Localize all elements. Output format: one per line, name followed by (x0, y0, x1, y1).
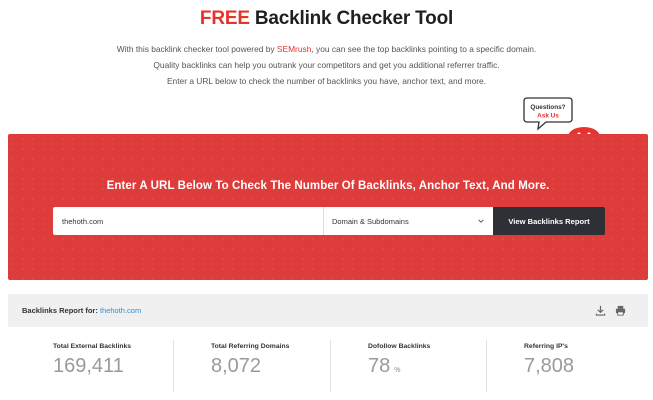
intro-line-3: Enter a URL below to check the number of… (166, 76, 487, 86)
hero-heading: Enter A URL Below To Check The Number Of… (106, 180, 550, 192)
stat-value: 7,808 (524, 355, 578, 378)
scope-select-value: Domain & Subdomains (332, 216, 409, 226)
scope-select[interactable]: Domain & Subdomains (323, 207, 493, 235)
intro-line-1: With this backlink checker tool powered … (0, 41, 653, 57)
page-title: FREE Backlink Checker Tool (0, 8, 653, 30)
stat-number: 8,072 (211, 355, 262, 377)
report-header-bar: Backlinks Report for: thehoth.com (8, 294, 648, 327)
intro-line-2: Quality backlinks can help you outrank y… (153, 60, 500, 70)
title-rest: Backlink Checker Tool (249, 8, 454, 29)
stat-value: 78% (368, 355, 400, 378)
stat-value: 169,411 (53, 355, 128, 378)
bubble-line-1: Questions? (530, 104, 565, 111)
view-backlinks-report-button[interactable]: View Backlinks Report (493, 207, 605, 235)
intro-text: With this backlink checker tool powered … (0, 41, 653, 89)
report-label: Backlinks Report for: (22, 306, 100, 315)
report-title: Backlinks Report for: thehoth.com (22, 306, 141, 315)
title-free: FREE (199, 8, 250, 29)
stat-number: 169,411 (53, 355, 124, 377)
stat-unit: % (394, 367, 401, 374)
stat-label: Dofollow Backlinks (368, 343, 431, 350)
stat-total-external-backlinks: Total External Backlinks 169,411 (8, 340, 162, 395)
stat-total-referring-domains: Total Referring Domains 8,072 (166, 340, 320, 395)
semrush-link[interactable]: SEMrush (277, 44, 311, 54)
stat-value: 8,072 (211, 355, 265, 378)
bubble-line-2: Ask Us (537, 113, 559, 120)
stat-label: Total External Backlinks (53, 343, 132, 350)
stat-number: 78 (368, 355, 391, 377)
intro-line-1-post: , you can see the top backlinks pointing… (311, 44, 537, 54)
stat-label: Referring IP's (524, 343, 568, 350)
url-checker-panel: Enter A URL Below To Check The Number Of… (8, 134, 648, 280)
chevron-down-icon (478, 219, 484, 223)
intro-line-1-pre: With this backlink checker tool powered … (116, 44, 277, 54)
stat-number: 7,808 (524, 355, 575, 377)
url-input[interactable] (53, 207, 323, 235)
print-icon[interactable] (615, 305, 626, 316)
stat-referring-ips: Referring IP's 7,808 (479, 340, 633, 395)
download-icon[interactable] (595, 305, 606, 316)
stat-dofollow-backlinks: Dofollow Backlinks 78% (323, 340, 477, 395)
stat-label: Total Referring Domains (211, 343, 290, 350)
report-domain-link[interactable]: thehoth.com (100, 306, 141, 315)
